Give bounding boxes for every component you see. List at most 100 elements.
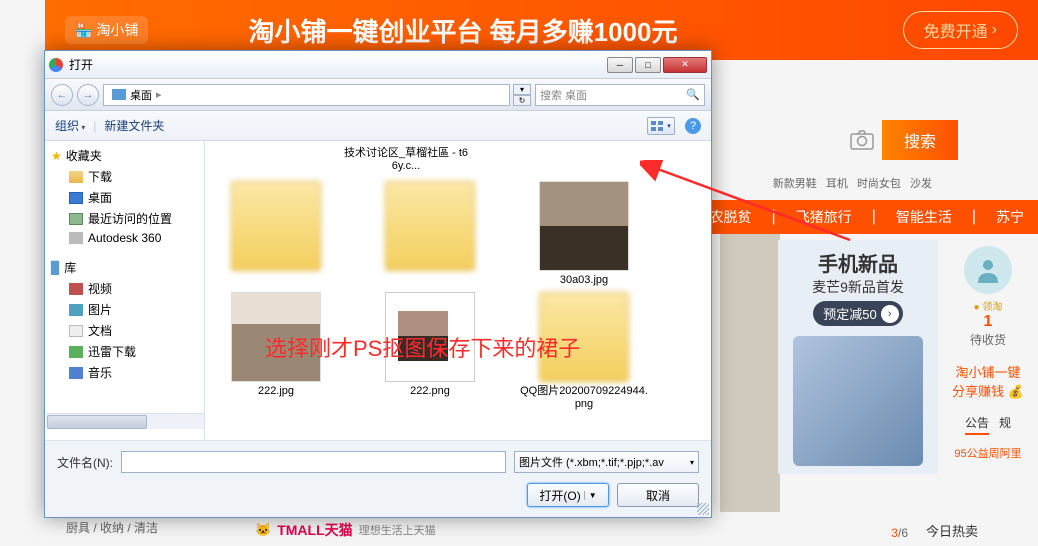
hot-word[interactable]: 新款男鞋 bbox=[773, 178, 817, 190]
camera-icon[interactable] bbox=[842, 120, 882, 160]
right-column: 手机新品 麦芒9新品首发 预定减50 › ● 领淘 1 待收货 淘小铺一键 分享… bbox=[778, 240, 1038, 474]
pager-total: /6 bbox=[898, 526, 908, 540]
folder-icon bbox=[385, 181, 475, 271]
organize-menu[interactable]: 组织 bbox=[55, 117, 85, 134]
minimize-button[interactable]: ─ bbox=[607, 57, 633, 73]
cancel-button[interactable]: 取消 bbox=[617, 483, 699, 507]
chrome-icon bbox=[49, 58, 63, 72]
desktop-icon bbox=[112, 89, 126, 100]
new-folder-button[interactable]: 新建文件夹 bbox=[104, 117, 164, 134]
nav-item[interactable]: 飞猪旅行 bbox=[796, 207, 852, 227]
banner-headline: 淘小铺一键创业平台 每月多赚1000元 bbox=[248, 12, 677, 49]
file-item-image[interactable]: 222.jpg bbox=[211, 292, 341, 411]
file-item-image[interactable]: 222.png bbox=[365, 292, 495, 411]
tree-item-desktop[interactable]: 桌面 bbox=[45, 187, 204, 208]
image-thumbnail bbox=[539, 181, 629, 271]
promo-line[interactable]: 95公益周阿里 bbox=[944, 445, 1032, 461]
music-icon bbox=[69, 367, 83, 379]
view-mode-button[interactable]: ▾ bbox=[647, 117, 675, 135]
refresh-button[interactable]: ↻ bbox=[513, 95, 531, 106]
banner-cta-button[interactable]: 免费开通 › bbox=[903, 11, 1018, 49]
image-thumbnail bbox=[539, 292, 629, 382]
back-button[interactable]: ← bbox=[51, 84, 73, 106]
dialog-toolbar: 组织 | 新建文件夹 ▾ ? bbox=[45, 111, 711, 141]
user-tabs: 公告 规 bbox=[944, 414, 1032, 435]
phone-ad[interactable]: 手机新品 麦芒9新品首发 预定减50 › bbox=[778, 240, 938, 474]
tmall-link[interactable]: 🐱 TMALL天猫 理想生活上天猫 bbox=[255, 520, 436, 540]
tree-item-pictures[interactable]: 图片 bbox=[45, 299, 204, 320]
dialog-title: 打开 bbox=[69, 56, 605, 73]
tree-item-music[interactable]: 音乐 bbox=[45, 362, 204, 383]
library-icon: ▉ bbox=[51, 261, 60, 275]
chevron-right-icon: › bbox=[992, 21, 997, 39]
filename-input[interactable] bbox=[121, 451, 506, 473]
nav-item[interactable]: 智能生活 bbox=[896, 207, 952, 227]
phone-image bbox=[793, 336, 923, 466]
tree-favorites-header[interactable]: ★收藏夹 bbox=[45, 145, 204, 166]
breadcrumb[interactable]: 桌面 ▸ bbox=[103, 84, 510, 106]
document-icon bbox=[69, 325, 83, 337]
filetype-filter[interactable]: 图片文件 (*.xbm;*.tif;*.pjp;*.av bbox=[514, 451, 699, 473]
dialog-nav: ← → 桌面 ▸ ▾ ↻ 搜索 桌面 🔍 bbox=[45, 79, 711, 111]
forward-button[interactable]: → bbox=[77, 84, 99, 106]
divider: | bbox=[972, 208, 976, 226]
filename-label: 文件名(N): bbox=[57, 454, 113, 471]
tree-item-video[interactable]: 视频 bbox=[45, 278, 204, 299]
tree-library-header[interactable]: ▉库 bbox=[45, 257, 204, 278]
desktop-icon bbox=[69, 192, 83, 204]
open-button[interactable]: 打开(O) ▼ bbox=[527, 483, 609, 507]
scrollbar-thumb[interactable] bbox=[47, 415, 147, 429]
user-panel: ● 领淘 1 待收货 淘小铺一键 分享赚钱 💰 公告 规 95公益周阿里 bbox=[938, 240, 1038, 474]
image-thumbnail bbox=[385, 292, 475, 382]
background-image bbox=[720, 232, 780, 512]
tmall-cat-icon: 🐱 bbox=[255, 522, 271, 538]
category-link[interactable]: 厨具 / 收纳 / 清洁 bbox=[66, 519, 158, 536]
help-button[interactable]: ? bbox=[685, 118, 701, 134]
dropdown-button[interactable]: ▾ bbox=[513, 84, 531, 95]
pending-count[interactable]: 1 bbox=[944, 313, 1032, 331]
divider: | bbox=[872, 208, 876, 226]
resize-handle[interactable] bbox=[697, 503, 709, 515]
tree-scrollbar[interactable] bbox=[46, 413, 204, 429]
tree-item-downloads[interactable]: 下载 bbox=[45, 166, 204, 187]
today-hot-label: 今日热卖 bbox=[926, 521, 978, 540]
hot-word[interactable]: 耳机 bbox=[826, 178, 848, 190]
chevron-right-icon: › bbox=[881, 305, 899, 323]
file-item[interactable]: 技术讨论区_草榴社區 - t66y.c... bbox=[341, 147, 471, 173]
hot-search-words: 新款男鞋 耳机 时尚女包 沙发 bbox=[773, 175, 938, 191]
window-controls: ─ □ ✕ bbox=[605, 57, 707, 73]
dialog-search-input[interactable]: 搜索 桌面 🔍 bbox=[535, 84, 705, 106]
search-area: 搜索 bbox=[842, 120, 958, 160]
nav-item[interactable]: 苏宁 bbox=[996, 207, 1024, 227]
tab-rules[interactable]: 规 bbox=[999, 414, 1011, 435]
xunlei-icon bbox=[69, 346, 83, 358]
file-open-dialog: 打开 ─ □ ✕ ← → 桌面 ▸ ▾ ↻ 搜索 桌面 🔍 组织 | 新建文件夹 bbox=[44, 50, 712, 518]
tree-item-recent[interactable]: 最近访问的位置 bbox=[45, 208, 204, 229]
file-item-image[interactable]: QQ图片20200709224944.png bbox=[519, 292, 649, 411]
tree-item-documents[interactable]: 文档 bbox=[45, 320, 204, 341]
tree-item-autodesk[interactable]: Autodesk 360 bbox=[45, 229, 204, 247]
dialog-titlebar: 打开 ─ □ ✕ bbox=[45, 51, 711, 79]
coin-icon: ● 领淘 bbox=[944, 298, 1032, 313]
breadcrumb-text: 桌面 bbox=[130, 87, 152, 103]
avatar[interactable] bbox=[964, 246, 1012, 294]
file-item-image[interactable]: 30a03.jpg bbox=[519, 181, 649, 287]
tab-notice[interactable]: 公告 bbox=[965, 414, 989, 435]
banner-logo-text: 淘小铺 bbox=[96, 20, 138, 40]
pager: 3/6 bbox=[891, 526, 908, 540]
tmall-slogan: 理想生活上天猫 bbox=[359, 522, 436, 538]
autodesk-icon bbox=[69, 232, 83, 244]
file-item-folder[interactable] bbox=[365, 181, 495, 287]
search-button[interactable]: 搜索 bbox=[882, 120, 958, 160]
tree-item-xunlei[interactable]: 迅雷下载 bbox=[45, 341, 204, 362]
close-button[interactable]: ✕ bbox=[663, 57, 707, 73]
hot-word[interactable]: 时尚女包 bbox=[857, 178, 901, 190]
picture-icon bbox=[69, 304, 83, 316]
search-placeholder: 搜索 桌面 bbox=[540, 87, 587, 103]
divider: | bbox=[772, 208, 776, 226]
file-item-folder[interactable] bbox=[211, 181, 341, 287]
ad-discount-text: 预定减50 bbox=[823, 304, 876, 323]
hot-word[interactable]: 沙发 bbox=[910, 178, 932, 190]
ad-subtitle: 麦芒9新品首发 bbox=[786, 277, 930, 297]
maximize-button[interactable]: □ bbox=[635, 57, 661, 73]
